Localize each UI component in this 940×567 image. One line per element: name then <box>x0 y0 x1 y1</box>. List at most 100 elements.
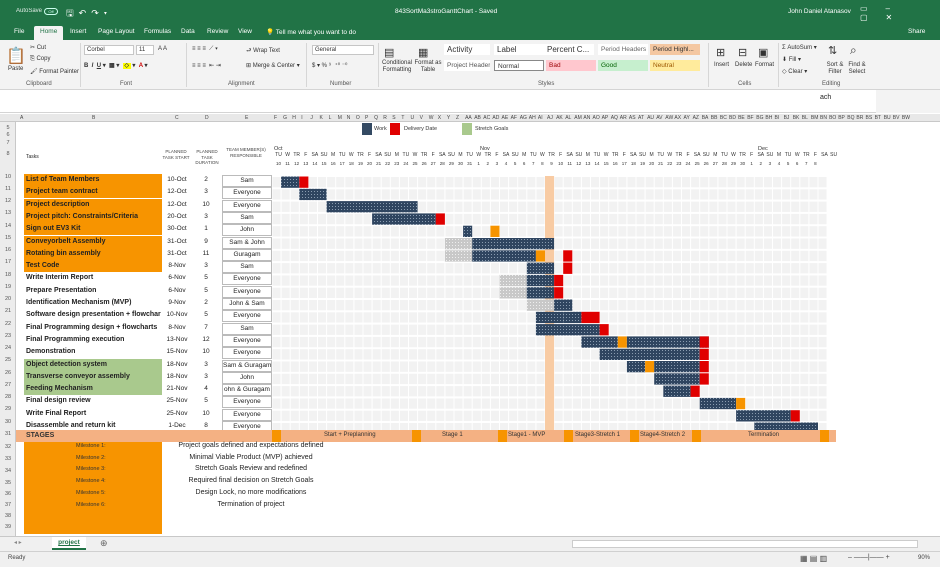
col-header-bv[interactable]: BV <box>893 115 900 121</box>
task-member[interactable]: John <box>222 224 272 237</box>
task-start[interactable]: 31-Oct <box>162 248 192 260</box>
task-name[interactable]: Conveyorbelt Assembly <box>24 238 106 245</box>
row-header-30[interactable]: 30 <box>0 419 16 425</box>
cell-style-6[interactable]: Normal <box>494 60 544 71</box>
row-header-23[interactable]: 23 <box>0 333 16 339</box>
find-select-button[interactable]: Find & Select <box>846 62 868 76</box>
share-button[interactable]: Share <box>908 28 925 35</box>
task-member[interactable]: Sam & John <box>222 236 272 249</box>
task-duration[interactable]: 9 <box>192 236 220 248</box>
task-duration[interactable]: 10 <box>192 199 220 211</box>
tell-me-box[interactable]: 💡 Tell me what you want to do <box>266 28 356 36</box>
task-duration[interactable]: 3 <box>192 359 220 371</box>
row-header-31[interactable]: 31 <box>0 431 16 437</box>
sheet-nav-arrows[interactable]: ◂ ▸ <box>14 539 22 546</box>
find-select-icon[interactable]: ⌕ <box>850 43 857 58</box>
col-header-at[interactable]: AT <box>638 115 644 121</box>
row-header-11[interactable]: 11 <box>0 186 16 192</box>
task-name[interactable]: List of Team Members <box>24 176 99 183</box>
tab-page-layout[interactable]: Page Layout <box>98 28 135 35</box>
window-controls[interactable]: ▭–▢✕ <box>860 4 940 22</box>
autosave-toggle[interactable]: Off <box>44 8 58 15</box>
copy-button[interactable]: ⎘ Copy <box>30 56 50 63</box>
tab-data[interactable]: Data <box>181 28 195 35</box>
task-start[interactable]: 25-Nov <box>162 395 192 407</box>
tab-insert[interactable]: Insert <box>70 28 86 35</box>
col-header-p[interactable]: P <box>365 115 368 121</box>
col-header-ad[interactable]: AD <box>492 115 499 121</box>
task-start[interactable]: 8-Nov <box>162 260 192 272</box>
col-header-bk[interactable]: BK <box>793 115 800 121</box>
task-name[interactable]: Write Final Report <box>24 410 86 417</box>
col-header-j[interactable]: J <box>310 115 313 121</box>
col-header-x[interactable]: X <box>438 115 441 121</box>
col-header-r[interactable]: R <box>383 115 387 121</box>
row-header-5[interactable]: 5 <box>0 125 16 131</box>
col-header-f[interactable]: F <box>274 115 277 121</box>
fill-button[interactable]: ⬇ Fill ▾ <box>782 56 801 63</box>
cell-style-7[interactable]: Bad <box>546 60 596 71</box>
task-start[interactable]: 8-Nov <box>162 322 192 334</box>
cell-style-1[interactable]: Label <box>494 44 544 55</box>
add-sheet-icon[interactable]: ⊕ <box>100 538 108 549</box>
col-header-br[interactable]: BR <box>856 115 863 121</box>
merge-center-button[interactable]: ⊞ Merge & Center ▾ <box>246 62 300 69</box>
col-header-ab[interactable]: AB <box>474 115 481 121</box>
number-format-buttons[interactable]: $ ▾ % ⁹ ⁺⁰ ⁻⁰ <box>312 62 347 69</box>
task-duration[interactable]: 3 <box>192 260 220 272</box>
col-header-bj[interactable]: BJ <box>784 115 790 121</box>
task-duration[interactable]: 12 <box>192 334 220 346</box>
task-duration[interactable]: 10 <box>192 346 220 358</box>
col-header-bd[interactable]: BD <box>729 115 736 121</box>
align-top-buttons[interactable]: ≡ ≡ ≡ ⟋ ▾ <box>192 46 218 53</box>
task-name[interactable]: Rotating bin assembly <box>24 250 101 257</box>
row-header-14[interactable]: 14 <box>0 223 16 229</box>
col-header-an[interactable]: AN <box>583 115 590 121</box>
task-member[interactable]: Everyone <box>222 310 272 323</box>
row-header-38[interactable]: 38 <box>0 513 16 519</box>
font-grow-shrink[interactable]: A A <box>158 46 167 52</box>
row-header-7[interactable]: 7 <box>0 140 16 146</box>
col-header-ae[interactable]: AE <box>502 115 509 121</box>
task-name[interactable]: Final Programming design + flowcharts <box>24 324 157 331</box>
col-header-bs[interactable]: BS <box>866 115 873 121</box>
col-header-af[interactable]: AF <box>511 115 517 121</box>
task-member[interactable]: Guragam <box>222 248 272 261</box>
zoom-level[interactable]: 90% <box>918 555 930 561</box>
col-header-bo[interactable]: BO <box>829 115 836 121</box>
col-header-ap[interactable]: AP <box>602 115 609 121</box>
quick-access-toolbar[interactable]: 🖫↶↷▾ <box>66 6 112 22</box>
task-name[interactable]: Final Programming execution <box>24 336 124 343</box>
col-header-l[interactable]: L <box>329 115 332 121</box>
tab-home[interactable]: Home <box>34 26 64 40</box>
task-duration[interactable]: 5 <box>192 395 220 407</box>
col-header-n[interactable]: N <box>347 115 351 121</box>
task-name[interactable]: Project team contract <box>24 188 98 195</box>
task-start[interactable]: 25-Nov <box>162 408 192 420</box>
col-header-aj[interactable]: AJ <box>547 115 553 121</box>
task-duration[interactable]: 5 <box>192 285 220 297</box>
format-as-table-icon[interactable]: ▦ <box>418 46 428 59</box>
col-header-c[interactable]: C <box>175 115 179 121</box>
col-header-ag[interactable]: AG <box>520 115 527 121</box>
row-header-25[interactable]: 25 <box>0 357 16 363</box>
sheet-tab-project[interactable]: project <box>52 537 86 550</box>
col-header-o[interactable]: O <box>356 115 360 121</box>
row-header-36[interactable]: 36 <box>0 491 16 497</box>
task-start[interactable]: 18-Nov <box>162 359 192 371</box>
task-name[interactable]: Project pitch: Constraints/Criteria <box>24 213 138 220</box>
col-header-q[interactable]: Q <box>374 115 378 121</box>
column-headers[interactable]: A B C D E F G H I J K L M N O P Q R S T U V W X Y Z AA AB AC AD AE AF AG… <box>0 114 940 122</box>
col-header-b[interactable]: B <box>92 115 95 121</box>
col-header-az[interactable]: AZ <box>693 115 699 121</box>
tab-formulas[interactable]: Formulas <box>144 28 171 35</box>
row-header-32[interactable]: 32 <box>0 444 16 450</box>
task-duration[interactable]: 1 <box>192 223 220 235</box>
wrap-text-button[interactable]: ⮐ Wrap Text <box>246 46 280 56</box>
task-start[interactable]: 10-Oct <box>162 174 192 186</box>
col-header-be[interactable]: BE <box>738 115 745 121</box>
task-member[interactable]: Sam <box>222 211 272 224</box>
task-name[interactable]: Transverse conveyor assembly <box>24 373 130 380</box>
user-name[interactable]: John Daniel Atanasov <box>788 8 851 15</box>
row-header-6[interactable]: 6 <box>0 132 16 138</box>
